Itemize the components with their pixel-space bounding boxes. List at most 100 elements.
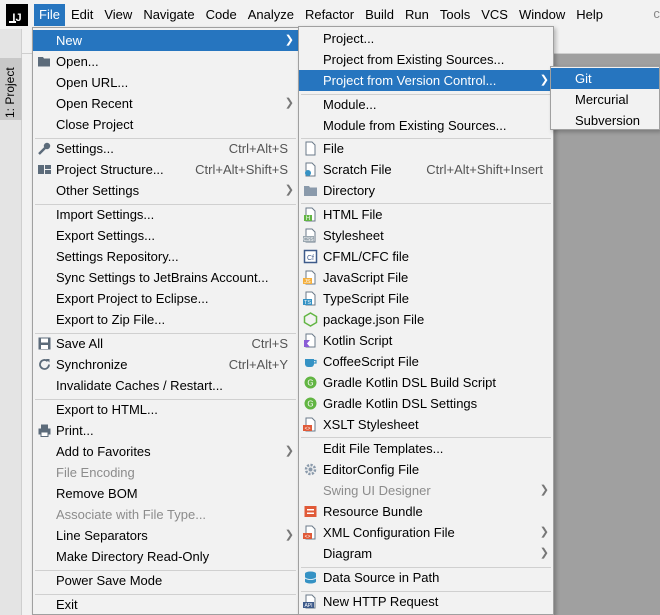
menu-item-mercurial[interactable]: Mercurial (551, 89, 659, 110)
menu-item-make-read-only[interactable]: Make Directory Read-Only (33, 546, 298, 567)
menu-item-export-eclipse[interactable]: Export Project to Eclipse... (33, 288, 298, 309)
menu-analyze[interactable]: Analyze (243, 4, 299, 26)
menu-item-label: Kotlin Script (323, 333, 393, 348)
printer-icon (37, 423, 52, 438)
file-icon (303, 141, 318, 156)
menu-window[interactable]: Window (514, 4, 570, 26)
menu-item-associate-file-type: Associate with File Type... (33, 504, 298, 525)
chevron-right-icon: ❯ (284, 184, 294, 196)
menu-item-sync-settings[interactable]: Sync Settings to JetBrains Account... (33, 267, 298, 288)
menu-item-label: Open Recent (56, 96, 133, 111)
menu-build[interactable]: Build (360, 4, 399, 26)
menu-item-label: Make Directory Read-Only (56, 549, 210, 564)
menu-item-typescript-file[interactable]: TS TypeScript File (299, 288, 553, 309)
menu-item-stylesheet[interactable]: CSS Stylesheet (299, 225, 553, 246)
menu-item-project[interactable]: Project... (299, 28, 553, 49)
menu-item-subversion[interactable]: Subversion (551, 110, 659, 131)
menu-item-export-zip[interactable]: Export to Zip File... (33, 309, 298, 330)
menu-item-power-save[interactable]: Power Save Mode (33, 570, 298, 591)
menu-item-save-all[interactable]: Save All Ctrl+S (33, 333, 298, 354)
menu-item-label: Mercurial (575, 92, 629, 107)
menu-item-open[interactable]: Open... (33, 51, 298, 72)
menu-item-add-favorites[interactable]: Add to Favorites ❯ (33, 441, 298, 462)
menu-item-export-settings[interactable]: Export Settings... (33, 225, 298, 246)
menu-item-http-request[interactable]: API New HTTP Request (299, 591, 553, 612)
menu-tools[interactable]: Tools (435, 4, 475, 26)
menu-item-label: Export to HTML... (56, 402, 158, 417)
menu-item-settings-repository[interactable]: Settings Repository... (33, 246, 298, 267)
menu-item-shortcut: Ctrl+Alt+Shift+S (195, 162, 288, 177)
menu-item-open-recent[interactable]: Open Recent ❯ (33, 93, 298, 114)
menu-item-exit[interactable]: Exit (33, 594, 298, 615)
menu-item-print[interactable]: Print... (33, 420, 298, 441)
menu-item-project-existing[interactable]: Project from Existing Sources... (299, 49, 553, 70)
menu-navigate[interactable]: Navigate (138, 4, 199, 26)
menu-item-package-json[interactable]: package.json File (299, 309, 553, 330)
menu-item-label: Data Source in Path (323, 570, 440, 585)
menu-item-xslt-stylesheet[interactable]: <> XSLT Stylesheet (299, 414, 553, 435)
menu-view[interactable]: View (99, 4, 137, 26)
xslt-file-icon: <> (303, 417, 318, 432)
menu-item-remove-bom[interactable]: Remove BOM (33, 483, 298, 504)
menu-item-label: package.json File (323, 312, 425, 327)
new-submenu: Project... Project from Existing Sources… (298, 26, 554, 615)
menu-item-xml-config-file[interactable]: <> XML Configuration File ❯ (299, 522, 553, 543)
menu-item-label: Settings Repository... (56, 249, 179, 264)
menu-item-synchronize[interactable]: Synchronize Ctrl+Alt+Y (33, 354, 298, 375)
chevron-right-icon: ❯ (539, 484, 549, 496)
chevron-right-icon: ❯ (284, 529, 294, 541)
menu-item-other-settings[interactable]: Other Settings ❯ (33, 180, 298, 201)
chevron-right-icon: ❯ (284, 97, 294, 109)
menu-item-label: File Encoding (56, 465, 135, 480)
menu-item-gradle-kotlin-build[interactable]: G Gradle Kotlin DSL Build Script (299, 372, 553, 393)
save-icon (37, 336, 52, 351)
menu-item-gradle-kotlin-settings[interactable]: G Gradle Kotlin DSL Settings (299, 393, 553, 414)
chevron-right-icon: ❯ (539, 526, 549, 538)
menu-item-label: JavaScript File (323, 270, 409, 285)
menu-item-resource-bundle[interactable]: Resource Bundle (299, 501, 553, 522)
menu-item-label: Resource Bundle (323, 504, 423, 519)
menu-item-module-existing[interactable]: Module from Existing Sources... (299, 115, 553, 136)
menu-edit[interactable]: Edit (66, 4, 98, 26)
menu-item-editorconfig-file[interactable]: EditorConfig File (299, 459, 553, 480)
menu-item-line-separators[interactable]: Line Separators ❯ (33, 525, 298, 546)
api-icon: API (303, 594, 318, 609)
menu-item-label: Close Project (56, 117, 134, 132)
menu-code[interactable]: Code (201, 4, 242, 26)
menu-item-diagram[interactable]: Diagram ❯ (299, 543, 553, 564)
menu-item-label: Sync Settings to JetBrains Account... (56, 270, 269, 285)
menu-item-label: Diagram (323, 546, 373, 561)
menu-item-file[interactable]: File (299, 138, 553, 159)
menu-item-label: Invalidate Caches / Restart... (56, 378, 223, 393)
menu-file[interactable]: File (34, 3, 65, 26)
menu-item-label: Synchronize (56, 357, 128, 372)
menu-item-module[interactable]: Module... (299, 94, 553, 115)
menu-item-project-structure[interactable]: Project Structure... Ctrl+Alt+Shift+S (33, 159, 298, 180)
menu-item-label: Git (575, 71, 592, 86)
resource-bundle-icon (303, 504, 318, 519)
menu-vcs[interactable]: VCS (476, 4, 513, 26)
menu-run[interactable]: Run (400, 4, 434, 26)
menu-item-javascript-file[interactable]: JS JavaScript File (299, 267, 553, 288)
menu-item-data-source[interactable]: Data Source in Path (299, 567, 553, 588)
menu-item-import-settings[interactable]: Import Settings... (33, 204, 298, 225)
menu-item-directory[interactable]: Directory (299, 180, 553, 201)
menu-item-cfml-file[interactable]: Cf CFML/CFC file (299, 246, 553, 267)
menu-item-export-html[interactable]: Export to HTML... (33, 399, 298, 420)
menu-item-close-project[interactable]: Close Project (33, 114, 298, 135)
menu-item-settings[interactable]: Settings... Ctrl+Alt+S (33, 138, 298, 159)
menu-item-label: Remove BOM (56, 486, 138, 501)
menu-item-project-vcs[interactable]: Project from Version Control... ❯ (299, 70, 553, 91)
menu-item-edit-file-templates[interactable]: Edit File Templates... (299, 438, 553, 459)
menu-item-coffeescript-file[interactable]: CoffeeScript File (299, 351, 553, 372)
menu-item-invalidate-caches[interactable]: Invalidate Caches / Restart... (33, 375, 298, 396)
svg-text:TS: TS (304, 300, 311, 306)
menu-refactor[interactable]: Refactor (300, 4, 359, 26)
menu-item-scratch-file[interactable]: Scratch File Ctrl+Alt+Shift+Insert (299, 159, 553, 180)
menu-item-new[interactable]: New ❯ (33, 30, 298, 51)
menu-item-git[interactable]: Git (551, 68, 659, 89)
menu-item-open-url[interactable]: Open URL... (33, 72, 298, 93)
menu-item-kotlin-script[interactable]: Kotlin Script (299, 330, 553, 351)
menu-help[interactable]: Help (571, 4, 608, 26)
menu-item-html-file[interactable]: H HTML File (299, 204, 553, 225)
